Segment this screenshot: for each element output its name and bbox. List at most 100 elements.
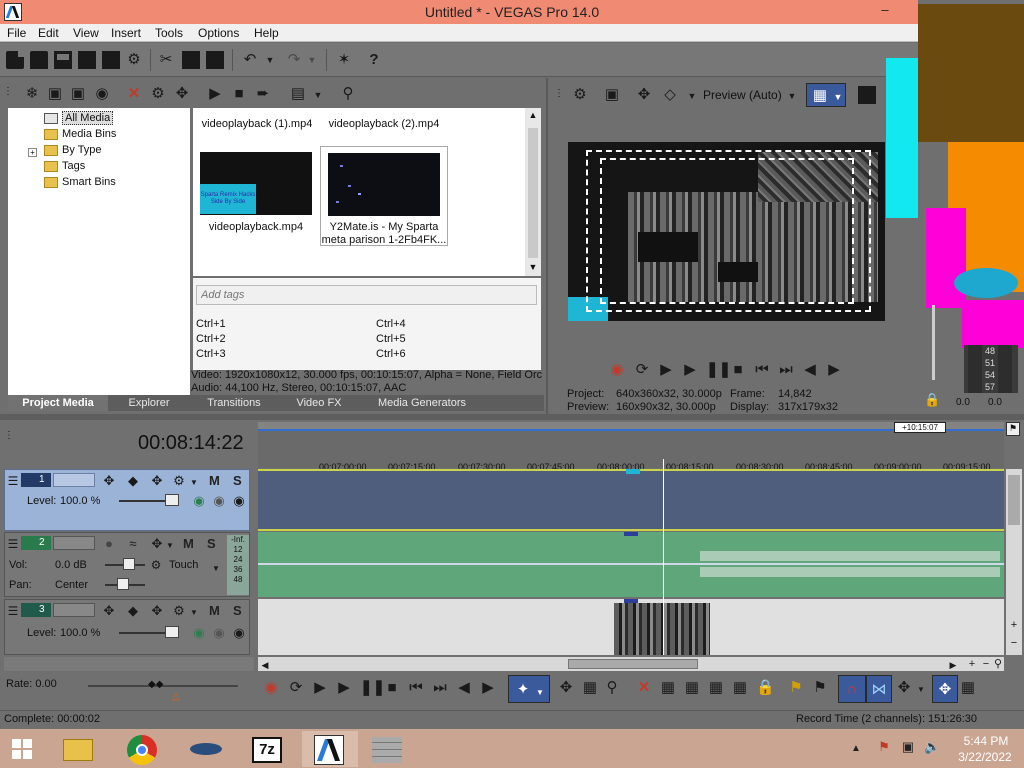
taskbar-7zip[interactable]: 7z <box>240 731 296 767</box>
split-icon[interactable]: ▦ <box>732 680 748 695</box>
track-minimize-icon[interactable]: ☰ <box>7 537 19 552</box>
vertical-scrollbar[interactable]: + − <box>1006 469 1022 655</box>
stop-icon[interactable]: ■ <box>730 362 746 377</box>
menu-options[interactable]: Options <box>198 26 239 40</box>
scroll-thumb[interactable] <box>568 659 698 669</box>
zoom-in-time-icon[interactable]: + <box>966 657 978 672</box>
taskbar-app-ufo[interactable] <box>178 731 234 767</box>
event-fade-handle[interactable] <box>626 469 640 474</box>
time-ruler[interactable]: +10:15:07 00:07:00:00 00:07:15:00 00:07:… <box>258 422 1004 472</box>
preview-properties-icon[interactable]: ⚙ <box>570 87 590 102</box>
master-fader-track[interactable] <box>932 305 935 380</box>
automation-dropdown-icon[interactable]: ▼ <box>211 561 221 576</box>
new-project-icon[interactable] <box>6 51 24 69</box>
arm-for-record-icon[interactable]: ● <box>101 536 117 551</box>
scroll-thumb[interactable] <box>1008 475 1020 525</box>
previous-frame-icon[interactable]: ◀ <box>802 362 818 377</box>
import-media-icon[interactable]: ❄ <box>22 86 42 101</box>
track-fx-dropdown-icon[interactable]: ▼ <box>165 538 175 553</box>
selection-edit-tool-icon[interactable]: ▦ <box>582 680 598 695</box>
event-fade-handle[interactable] <box>624 599 638 603</box>
volume-slider[interactable] <box>105 558 145 570</box>
taskbar-app-bricks[interactable] <box>360 731 416 767</box>
track-lane-video-1[interactable] <box>258 469 1004 531</box>
tag-shortcut[interactable]: Ctrl+1 <box>196 318 226 330</box>
track-name-field[interactable] <box>53 603 95 617</box>
cut-icon[interactable]: ✂ <box>156 52 176 67</box>
external-monitor-icon[interactable]: ▣ <box>602 87 622 102</box>
save-as-icon[interactable] <box>78 51 96 69</box>
media-grid-scrollbar[interactable]: ▲ ▼ <box>525 108 541 276</box>
views-dropdown-icon[interactable]: ▼ <box>312 88 324 103</box>
properties-gear-icon[interactable]: ⚙ <box>124 52 144 67</box>
level-slider-thumb[interactable] <box>165 494 179 506</box>
track-settings-dropdown-icon[interactable]: ▼ <box>189 605 199 620</box>
tree-item-smart-bins[interactable]: Smart Bins <box>42 175 116 191</box>
lock-envelopes-button[interactable]: ✥ <box>932 675 958 703</box>
zoom-out-icon[interactable]: − <box>1008 637 1020 649</box>
rate-slider-thumb-icon[interactable]: ◆◆ <box>148 679 170 691</box>
play-from-start-icon[interactable]: ▶ <box>658 362 674 377</box>
mute-button[interactable]: M <box>183 536 194 551</box>
media-thumbnail[interactable]: Sparta Remix Hacks Side By Side <box>200 152 312 215</box>
remove-media-icon[interactable]: ✕ <box>124 86 144 101</box>
views-icon[interactable]: ▤ <box>288 86 308 101</box>
loop-playback-icon[interactable]: ⟳ <box>634 362 650 377</box>
make-child-icon[interactable]: ◉ <box>231 625 247 640</box>
track-settings-gear-icon[interactable]: ⚙ <box>171 603 187 618</box>
event-fade-handle[interactable] <box>624 532 638 536</box>
scroll-thumb[interactable] <box>528 128 538 258</box>
insert-marker-icon[interactable]: ⚑ <box>788 680 804 695</box>
track-composite-icon[interactable]: ✥ <box>149 603 165 618</box>
tab-explorer[interactable]: Explorer <box>108 395 190 411</box>
zoom-tool-icon[interactable]: ⚲ <box>992 657 1004 672</box>
go-to-end-icon[interactable]: ⏭ <box>778 362 794 377</box>
enable-snapping-icon[interactable]: ✶ <box>334 52 354 67</box>
get-media-icon[interactable]: ▣ <box>68 86 88 101</box>
undo-icon[interactable]: ↶ <box>240 52 260 67</box>
horizontal-scrollbar[interactable]: ◀ ▶ + − ⚲ <box>258 657 1004 671</box>
copy-icon[interactable] <box>182 51 200 69</box>
pan-slider-thumb[interactable] <box>117 578 129 590</box>
snapping-button[interactable]: ∩ <box>838 675 866 703</box>
tree-item-tags[interactable]: Tags <box>42 159 85 175</box>
video-event-clip[interactable] <box>614 603 710 655</box>
scroll-up-icon[interactable]: ▲ <box>527 110 539 120</box>
tag-shortcut[interactable]: Ctrl+3 <box>196 348 226 360</box>
compositing-mode-icon[interactable]: ◉ <box>191 493 207 508</box>
minimize-button[interactable]: – <box>870 0 900 22</box>
track-name-field[interactable] <box>53 536 95 550</box>
loop-playback-icon[interactable]: ⟳ <box>288 680 304 695</box>
scroll-left-icon[interactable]: ◀ <box>260 658 270 673</box>
auto-crossfade-button[interactable]: ⋈ <box>866 675 892 703</box>
tag-shortcut[interactable]: Ctrl+2 <box>196 333 226 345</box>
parent-overlay-icon[interactable]: ◉ <box>211 493 227 508</box>
panel-grip-icon[interactable]: ⋮ <box>4 428 14 443</box>
track-composite-icon[interactable]: ✥ <box>149 473 165 488</box>
undo-dropdown-icon[interactable]: ▼ <box>264 53 276 68</box>
record-icon[interactable]: ◉ <box>264 680 278 695</box>
mute-button[interactable]: M <box>209 473 220 488</box>
auto-preview-icon[interactable]: ➨ <box>253 86 273 101</box>
level-slider[interactable] <box>119 494 179 506</box>
pause-icon[interactable]: ❚❚ <box>706 362 731 377</box>
capture-video-icon[interactable]: ▣ <box>45 86 65 101</box>
menu-edit[interactable]: Edit <box>38 26 59 40</box>
zoom-edit-tool-icon[interactable]: ⚲ <box>604 680 620 695</box>
copy-snapshot-icon[interactable] <box>858 86 876 104</box>
play-from-start-icon[interactable]: ▶ <box>312 680 328 695</box>
preview-quality-arrow-icon[interactable]: ▼ <box>786 89 798 104</box>
show-hidden-icons-icon[interactable]: ▲ <box>850 741 862 756</box>
scroll-right-icon[interactable]: ▶ <box>948 658 958 673</box>
menu-file[interactable]: File <box>7 26 26 40</box>
track-lane-video-3[interactable] <box>258 599 1004 655</box>
tree-item-all-media[interactable]: All Media <box>42 111 114 127</box>
go-to-start-icon[interactable]: ⏮ <box>754 362 770 377</box>
stop-preview-icon[interactable]: ■ <box>229 86 249 101</box>
marker-flag-icon[interactable]: ⚑ <box>1006 422 1020 436</box>
menu-insert[interactable]: Insert <box>111 26 141 40</box>
pan-slider[interactable] <box>105 578 145 590</box>
open-folder-icon[interactable] <box>30 51 48 69</box>
solo-button[interactable]: S <box>207 536 216 551</box>
menu-tools[interactable]: Tools <box>155 26 183 40</box>
